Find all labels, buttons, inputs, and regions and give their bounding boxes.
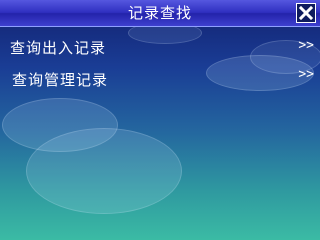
double-chevron-right-icon: >> — [298, 38, 314, 53]
close-icon — [298, 5, 314, 21]
menu-item-label: 查询出入记录 — [10, 39, 107, 57]
menu-item-management-records[interactable]: 查询管理记录 >> — [0, 66, 320, 94]
menu-item-label: 查询管理记录 — [12, 71, 109, 89]
close-button[interactable] — [296, 3, 316, 23]
double-chevron-right-icon: >> — [298, 67, 314, 82]
title-bar: 记录查找 — [0, 0, 320, 27]
background-bubble — [26, 128, 182, 214]
window-title: 记录查找 — [127, 4, 192, 22]
screen: 记录查找 查询出入记录 >> 查询管理记录 >> — [0, 0, 320, 240]
menu-item-access-records[interactable]: 查询出入记录 >> — [0, 35, 320, 63]
